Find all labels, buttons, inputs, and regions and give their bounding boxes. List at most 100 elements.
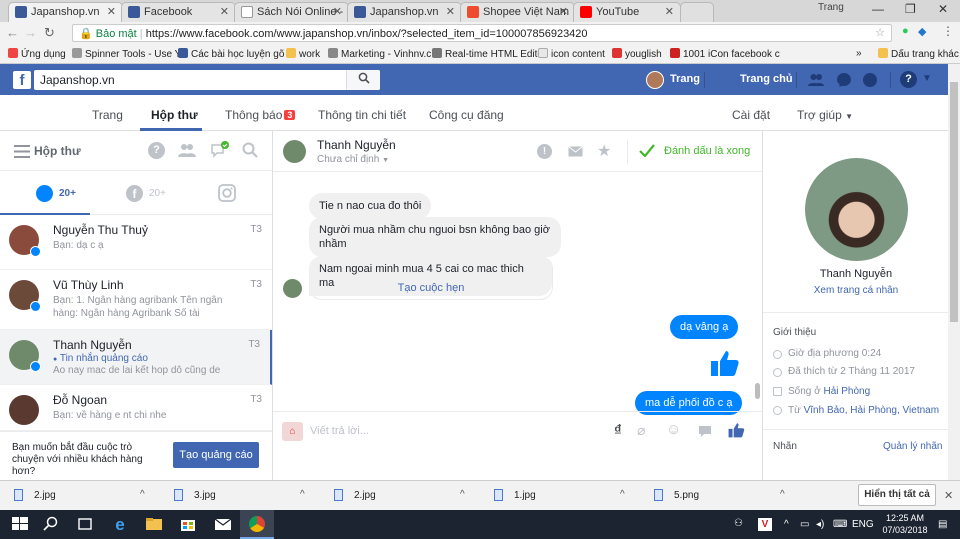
store-icon[interactable] <box>178 515 198 533</box>
search-icon[interactable] <box>242 142 258 158</box>
windows-start-icon[interactable] <box>10 515 30 533</box>
manage-labels-link[interactable]: Quản lý nhãn <box>883 441 943 452</box>
browser-tab-japanshop-2[interactable]: Japanshop.vn ✕ <box>347 2 462 22</box>
volume-icon[interactable]: ◂) <box>816 519 824 530</box>
bookmark-item[interactable]: Real-time HTML Edito <box>432 48 543 60</box>
restore-icon[interactable]: ❐ <box>905 2 916 16</box>
assign-dropdown[interactable]: Chưa chỉ định ▼ <box>317 154 389 165</box>
store-icon[interactable]: ⌂ <box>282 422 303 441</box>
show-hidden-icons-chevron-icon[interactable]: ^ <box>784 519 789 530</box>
network-icon[interactable]: ▭ <box>800 519 809 530</box>
chevron-up-icon[interactable]: ^ <box>300 489 305 500</box>
bookmark-item[interactable]: Marketing - Vinhnv.c <box>328 48 431 60</box>
tab-messenger[interactable]: 20+ <box>0 171 90 215</box>
extension-icon[interactable]: ◆ <box>918 25 926 38</box>
url-input[interactable]: 🔒 Bảo mật | https://www.facebook.com/www… <box>72 24 892 42</box>
back-icon[interactable]: ← <box>6 25 19 40</box>
facebook-logo-icon[interactable]: f <box>13 71 31 89</box>
clock-time[interactable]: 12:25 AM <box>880 513 930 523</box>
close-downloads-icon[interactable]: ✕ <box>944 489 953 502</box>
star-icon[interactable]: ★ <box>597 141 611 161</box>
file-explorer-icon[interactable] <box>144 515 164 533</box>
settings-link[interactable]: Cài đặt <box>732 108 770 122</box>
new-tab-button[interactable] <box>680 2 714 22</box>
download-item[interactable]: 2.jpg ^ <box>14 487 164 505</box>
messenger-icon[interactable] <box>836 72 852 88</box>
report-spam-icon[interactable]: ! <box>537 144 552 159</box>
reload-icon[interactable]: ↻ <box>44 25 55 41</box>
reply-input[interactable]: Viết trả lời... <box>310 425 369 437</box>
help-icon[interactable]: ? <box>900 71 917 88</box>
payment-icon[interactable]: ₫ <box>614 422 622 439</box>
chevron-up-icon[interactable]: ^ <box>620 489 625 500</box>
keyboard-icon[interactable]: ⌨ <box>833 519 847 530</box>
browser-tab-japanshop[interactable]: Japanshop.vn ✕ <box>8 2 123 22</box>
help-menu[interactable]: Trợ giúp ▼ <box>797 108 853 122</box>
download-item[interactable]: 2.jpg ^ <box>334 487 484 505</box>
chevron-up-icon[interactable]: ^ <box>140 489 145 500</box>
forward-icon[interactable]: → <box>24 25 37 40</box>
browser-tab-youtube[interactable]: YouTube ✕ <box>573 2 681 22</box>
tab-inbox[interactable]: Hộp thư <box>151 108 198 122</box>
account-menu-caret-icon[interactable]: ▼ <box>922 73 932 84</box>
friend-requests-icon[interactable] <box>808 72 824 88</box>
bookmark-item[interactable]: work <box>286 48 320 60</box>
home-link[interactable]: Trang chủ <box>740 73 793 85</box>
tab-facebook-comments[interactable]: f 20+ <box>90 171 182 215</box>
bookmark-item[interactable]: Các bài học luyện gõ <box>178 48 284 60</box>
browser-tab-facebook[interactable]: Facebook ✕ <box>121 2 236 22</box>
contact-avatar[interactable] <box>283 140 306 163</box>
attachment-icon[interactable]: ⌀ <box>637 422 645 439</box>
show-all-downloads-button[interactable]: Hiển thị tất cả <box>858 484 936 506</box>
chat-check-icon[interactable] <box>210 141 230 159</box>
profile-link[interactable]: Trang <box>670 73 700 85</box>
bookmark-item[interactable]: youglish <box>612 48 662 60</box>
create-appointment-button[interactable]: Tạo cuộc hẹn <box>310 282 552 294</box>
emoji-icon[interactable]: ☺ <box>666 421 681 438</box>
contact-profile-photo[interactable] <box>805 158 908 261</box>
contact-name[interactable]: Thanh Nguyễn <box>317 138 396 152</box>
extension-icon[interactable]: ● <box>902 25 909 37</box>
browser-tab-shopee[interactable]: Shopee Việt Nam ✕ <box>460 2 575 22</box>
mail-icon[interactable] <box>568 146 583 157</box>
app-tray-icon[interactable]: V <box>758 518 772 531</box>
saved-reply-icon[interactable] <box>698 425 712 438</box>
input-language[interactable]: ENG <box>852 519 874 530</box>
chrome-profile-name[interactable]: Trang <box>818 2 844 13</box>
facebook-search-input[interactable]: Japanshop.vn <box>34 70 380 90</box>
close-tab-icon[interactable]: ✕ <box>446 5 455 18</box>
mark-as-done-button[interactable]: Đánh dấu là xong <box>664 145 750 157</box>
chat-scrollbar-thumb[interactable] <box>755 383 760 399</box>
close-window-icon[interactable]: ✕ <box>938 2 948 16</box>
browser-tab-sachnoi[interactable]: Sách Nói Online - ✕ <box>234 2 349 22</box>
scrollbar-thumb[interactable] <box>950 82 958 322</box>
bookmark-item[interactable]: Spinner Tools - Use Y <box>72 48 181 60</box>
help-icon[interactable]: ? <box>148 142 165 159</box>
lives-in-link[interactable]: Hải Phòng <box>823 386 870 397</box>
bookmarks-overflow-icon[interactable]: » <box>856 48 862 59</box>
bookmark-apps[interactable]: Ứng dụng <box>8 48 66 60</box>
like-send-icon[interactable] <box>728 422 745 438</box>
view-profile-link[interactable]: Xem trang cá nhân <box>763 285 948 296</box>
search-icon[interactable] <box>41 515 61 533</box>
edge-browser-icon[interactable]: e <box>110 515 130 534</box>
mail-icon[interactable] <box>213 515 233 533</box>
close-tab-icon[interactable]: ✕ <box>665 5 674 18</box>
notifications-globe-icon[interactable] <box>862 72 878 88</box>
task-view-icon[interactable] <box>75 515 95 533</box>
minimize-icon[interactable]: — <box>872 2 884 16</box>
star-bookmark-icon[interactable]: ☆ <box>875 26 885 39</box>
hometown-link[interactable]: Vĩnh Bảo, Hải Phòng, Vietnam <box>804 405 939 416</box>
download-item[interactable]: 3.jpg ^ <box>174 487 324 505</box>
notification-center-icon[interactable]: ▤ <box>938 519 947 530</box>
download-item[interactable]: 1.jpg ^ <box>494 487 644 505</box>
download-item[interactable]: 5.png ^ <box>654 487 804 505</box>
search-icon[interactable] <box>346 70 380 90</box>
conversation-item[interactable]: Nguyễn Thu Thuỷ Bạn: dạ c ạ T3 <box>0 215 272 270</box>
bookmark-item[interactable]: icon content <box>538 48 605 60</box>
close-tab-icon[interactable]: ✕ <box>220 5 229 18</box>
conversation-item[interactable]: Đỗ Ngoan Bạn: về hàng e nt chi nhe T3 <box>0 385 272 431</box>
clock-date[interactable]: 07/03/2018 <box>880 525 930 535</box>
create-ad-button[interactable]: Tạo quảng cáo <box>173 442 259 468</box>
page-scrollbar[interactable] <box>948 64 960 480</box>
